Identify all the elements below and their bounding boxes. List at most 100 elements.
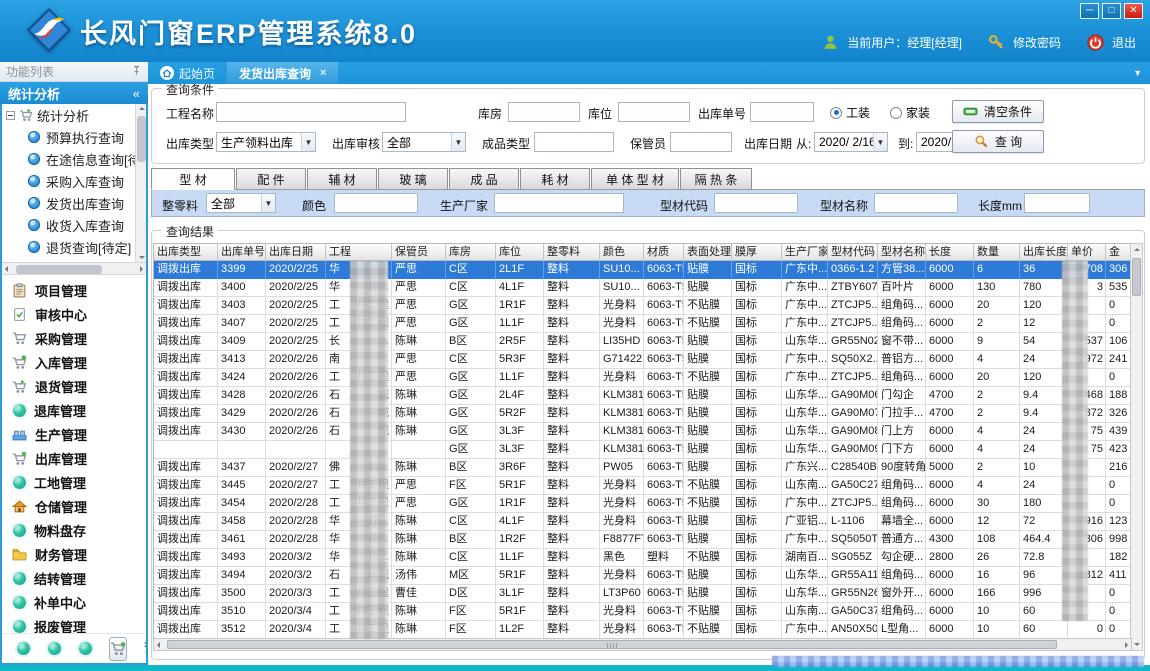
tab-发货出库查询[interactable]: 发货出库查询× <box>227 62 338 84</box>
minimize-button[interactable]: ─ <box>1080 3 1099 19</box>
tree-item-2[interactable]: 采购入库查询 <box>2 170 146 192</box>
sidebar-item-退库管理[interactable]: 退库管理 <box>2 398 146 422</box>
column-header-出库单号[interactable]: 出库单号 <box>218 244 266 261</box>
tree-item-4[interactable]: 收货入库查询 <box>2 214 146 236</box>
table-row[interactable]: 调拨出库35002020/3/3工共工程曹佳D区3L1F整料LT3P606063… <box>154 585 1131 603</box>
material-tab-5[interactable]: 耗 材 <box>520 168 590 189</box>
sidebar-item-出库管理[interactable]: 出库管理 <box>2 446 146 470</box>
color-input[interactable] <box>334 193 418 213</box>
sidebar-item-财务管理[interactable]: 财务管理 <box>2 542 146 566</box>
column-header-库房[interactable]: 库房 <box>446 244 496 261</box>
column-header-膜厚[interactable]: 膜厚 <box>732 244 782 261</box>
maker-input[interactable] <box>494 193 624 213</box>
material-tab-7[interactable]: 隔 热 条 <box>680 168 752 189</box>
clear-conditions-button[interactable]: 清空条件 <box>952 100 1044 123</box>
table-row[interactable]: 调拨出库34242020/2/26工共工程严思G区1L1F整料光身料6063-T… <box>154 369 1131 387</box>
sidebar-item-生产管理[interactable]: 生产管理 <box>2 422 146 446</box>
jiazhuang-radio[interactable]: 家装 <box>890 104 930 121</box>
sidebar-item-退货管理[interactable]: 退货管理 <box>2 374 146 398</box>
material-tab-6[interactable]: 单 体 型 材 <box>591 168 679 189</box>
column-header-整零料[interactable]: 整零料 <box>544 244 600 261</box>
warehouse-input[interactable] <box>508 102 580 122</box>
grid-vertical-scrollbar[interactable] <box>1130 243 1143 651</box>
module-dot-icon[interactable] <box>79 642 92 655</box>
column-header-库位[interactable]: 库位 <box>496 244 544 261</box>
column-header-颜色[interactable]: 颜色 <box>600 244 644 261</box>
grid-horizontal-scrollbar[interactable] <box>153 638 1132 651</box>
column-header-出库类型[interactable]: 出库类型 <box>154 244 218 261</box>
scrollbar-thumb[interactable] <box>167 640 1057 649</box>
table-row[interactable]: 调拨出库34132020/2/26南...严思C区5R3F整料G71422606… <box>154 351 1131 369</box>
column-header-型材名称[interactable]: 型材名称 <box>878 244 926 261</box>
gongzhuang-radio[interactable]: 工装 <box>830 104 870 121</box>
table-row[interactable]: 调拨出库34542020/2/28工共工程严思G区1R1F整料光身料6063-T… <box>154 495 1131 513</box>
search-button[interactable]: 查 询 <box>952 130 1044 153</box>
table-row[interactable]: 调拨出库34932020/3/2华原...陈琳C区1L1F整料黑色塑料不贴膜国标… <box>154 549 1131 567</box>
scrollbar-thumb[interactable] <box>1132 258 1141 296</box>
material-tab-4[interactable]: 成 品 <box>449 168 519 189</box>
column-header-材质[interactable]: 材质 <box>644 244 684 261</box>
sidebar-item-结转管理[interactable]: 结转管理 <box>2 566 146 590</box>
material-tab-1[interactable]: 配 件 <box>236 168 306 189</box>
change-password-link[interactable]: 修改密码 <box>1013 34 1061 51</box>
tab-overflow-icon[interactable]: ▼ <box>1133 68 1142 78</box>
column-header-数量[interactable]: 数量 <box>974 244 1020 261</box>
date-from-picker[interactable]: 2020/ 2/16▼ <box>814 132 888 152</box>
collapse-icon[interactable]: « <box>133 86 140 101</box>
order-no-input[interactable] <box>750 102 814 122</box>
cart-module-button[interactable] <box>109 637 127 661</box>
tree-item-5[interactable]: 退货查询[待定] <box>2 236 146 258</box>
table-row[interactable]: 调拨出库34072020/2/25工共工程严思G区1L1F整料光身料6063-T… <box>154 315 1131 333</box>
audit-select[interactable]: 全部▼ <box>382 132 466 152</box>
tree-horizontal-scrollbar[interactable] <box>2 262 146 275</box>
column-header-单价[interactable]: 单价 <box>1068 244 1106 261</box>
sidebar-item-物料盘存[interactable]: 物料盘存 <box>2 518 146 542</box>
logout-link[interactable]: 退出 <box>1112 34 1136 51</box>
column-header-工程[interactable]: 工程 <box>326 244 392 261</box>
table-row[interactable]: 调拨出库34092020/2/25长...陈琳B区2R5F整料LI35HD606… <box>154 333 1131 351</box>
tree-vertical-scrollbar[interactable] <box>135 104 146 262</box>
table-row[interactable]: 调拨出库34582020/2/28华原...陈琳C区4L1F整料光身料6063-… <box>154 513 1131 531</box>
module-dot-icon[interactable] <box>17 642 30 655</box>
expander-icon[interactable] <box>6 111 15 120</box>
sidebar-item-审核中心[interactable]: 审核中心 <box>2 302 146 326</box>
table-row[interactable]: 调拨出库34002020/2/25华原...严思C区4L1F整料SU10...6… <box>154 279 1131 297</box>
tree-item-3[interactable]: 发货出库查询 <box>2 192 146 214</box>
product-type-input[interactable] <box>534 132 614 152</box>
table-row[interactable]: 调拨出库35102020/3/4工共工程陈琳F区5R1F整料光身料6063-T5… <box>154 603 1131 621</box>
table-row[interactable]: 调拨出库34032020/2/25工共工程严思G区1R1F整料光身料6063-T… <box>154 297 1131 315</box>
table-row[interactable]: 调拨出库35122020/3/4工共工程陈琳F区1L2F整料光身料6063-T5… <box>154 621 1131 639</box>
material-tab-2[interactable]: 辅 材 <box>307 168 377 189</box>
pin-icon[interactable] <box>131 65 142 79</box>
scrollbar-thumb[interactable] <box>137 116 146 162</box>
column-header-出库日期[interactable]: 出库日期 <box>266 244 326 261</box>
column-header-保管员[interactable]: 保管员 <box>392 244 446 261</box>
table-row[interactable]: 调拨出库34372020/2/27佛料...陈琳B区3R6F整料PW056063… <box>154 459 1131 477</box>
table-row[interactable]: 调拨出库34282020/2/26石城陈琳G区2L4F整料KLM38176063… <box>154 387 1131 405</box>
profile-name-input[interactable] <box>874 193 958 213</box>
column-header-长度[interactable]: 长度 <box>926 244 974 261</box>
tab-close-icon[interactable]: × <box>320 67 326 79</box>
sidebar-item-项目管理[interactable]: 项目管理 <box>2 278 146 302</box>
material-tab-3[interactable]: 玻 璃 <box>378 168 448 189</box>
sidebar-item-补单中心[interactable]: 补单中心 <box>2 590 146 614</box>
module-dot-icon[interactable] <box>48 642 61 655</box>
location-input[interactable] <box>618 102 690 122</box>
tree-item-0[interactable]: 预算执行查询 <box>2 126 146 148</box>
table-row[interactable]: 调拨出库34612020/2/28华原...陈琳B区1R2F整料F8877FT6… <box>154 531 1131 549</box>
material-tab-0[interactable]: 型 材 <box>151 168 235 190</box>
column-header-型材代码[interactable]: 型材代码 <box>828 244 878 261</box>
sidebar-item-采购管理[interactable]: 采购管理 <box>2 326 146 350</box>
whole-part-select[interactable]: 全部▼ <box>206 193 276 213</box>
profile-code-input[interactable] <box>714 193 798 213</box>
table-row[interactable]: 调拨出库34292020/2/26石城陈琳G区5R2F整料KLM38176063… <box>154 405 1131 423</box>
tree-root-item[interactable]: 统计分析 <box>2 104 146 126</box>
tree-item-1[interactable]: 在途信息查询[待 <box>2 148 146 170</box>
sidebar-section-header[interactable]: 统计分析 « <box>0 82 148 104</box>
table-row[interactable]: 调拨出库33992020/2/25华原...严思C区2L1F整料SU10...6… <box>154 261 1131 279</box>
keeper-input[interactable] <box>670 132 732 152</box>
out-type-select[interactable]: 生产领料出库▼ <box>216 132 316 152</box>
length-input[interactable] <box>1024 193 1090 213</box>
maximize-button[interactable]: □ <box>1102 3 1121 19</box>
sidebar-item-仓储管理[interactable]: 仓储管理 <box>2 494 146 518</box>
